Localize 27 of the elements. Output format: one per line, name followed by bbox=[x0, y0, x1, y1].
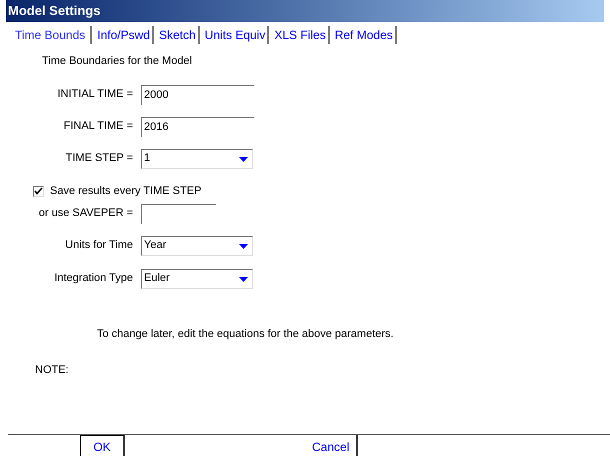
field-label: Units for Time bbox=[64, 238, 134, 254]
dropdown-field[interactable]: Year bbox=[141, 236, 253, 256]
dropdown-arrow-icon bbox=[239, 244, 248, 249]
dropdown-field[interactable]: 1 bbox=[141, 148, 253, 168]
tab[interactable]: Units Equiv bbox=[202, 26, 270, 44]
window-title: Model Settings bbox=[6, 0, 604, 22]
field-label: Integration Type bbox=[53, 271, 134, 286]
ok-button[interactable]: OK bbox=[80, 435, 125, 456]
hint-text: To change later, edit the equations for the above parameters. bbox=[97, 326, 395, 342]
field-label: or use SAVEPER = bbox=[38, 206, 134, 222]
field-label: INITIAL TIME = bbox=[56, 87, 134, 102]
text-field[interactable]: 2016 bbox=[141, 116, 254, 136]
tab[interactable]: XLS Files bbox=[272, 26, 330, 44]
tab[interactable]: Info/Pswd bbox=[95, 26, 154, 44]
dropdown-arrow-icon bbox=[239, 157, 248, 162]
field-label: TIME STEP = bbox=[64, 151, 134, 166]
field-label: FINAL TIME = bbox=[62, 119, 134, 134]
section-heading: Time Boundaries for the Model bbox=[42, 54, 193, 69]
tab[interactable]: Sketch bbox=[156, 26, 200, 44]
text-field[interactable]: 2000 bbox=[141, 84, 254, 104]
note-label: NOTE: bbox=[35, 363, 70, 378]
dropdown-arrow-icon bbox=[239, 277, 248, 282]
tab[interactable]: Time Bounds bbox=[13, 26, 92, 44]
checkbox[interactable] bbox=[33, 186, 44, 197]
dropdown-field[interactable]: Euler bbox=[141, 268, 253, 288]
tab[interactable]: Ref Modes bbox=[332, 26, 397, 44]
checkbox-label: Save results every TIME STEP bbox=[50, 184, 202, 200]
